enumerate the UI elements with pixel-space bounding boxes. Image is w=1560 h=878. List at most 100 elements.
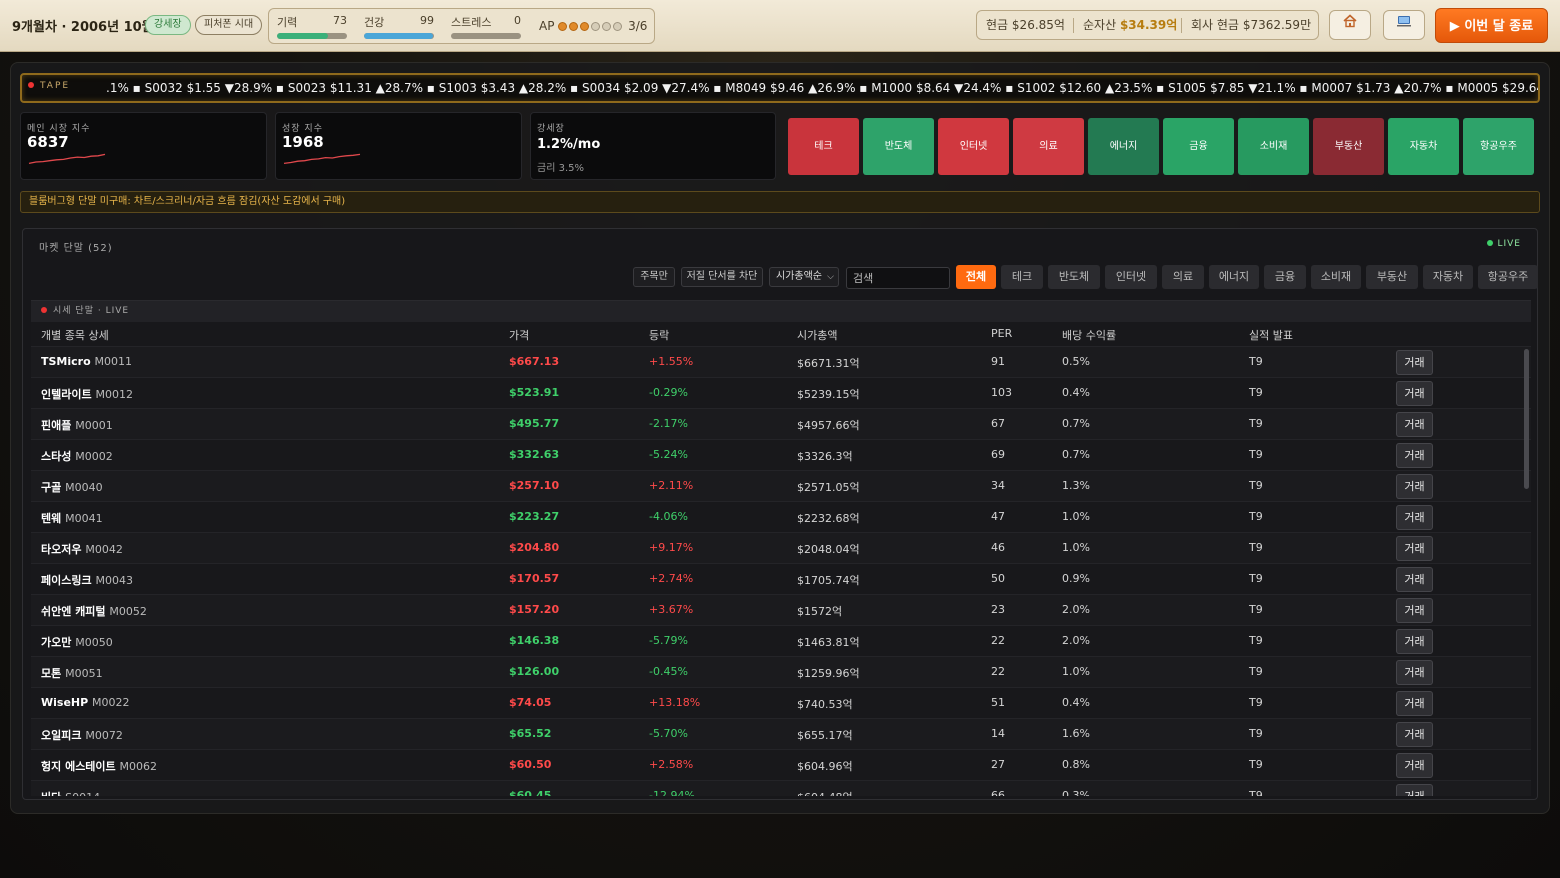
stock-name-cell[interactable]: 구골 M0040 [41, 479, 103, 495]
market-cap-cell: $1572억 [797, 605, 843, 618]
col-header-price[interactable]: 가격 [509, 327, 529, 343]
top-bar: 9개월차 · 2006년 10월 강세장 피처폰 시대 기력 73 건강 99 … [0, 0, 1560, 52]
trade-button[interactable]: 거래 [1396, 350, 1433, 375]
tab-sector[interactable]: 금융 [1264, 265, 1306, 289]
table-row[interactable]: 오일피크 M0072 $65.52 -5.70% $655.17억 14 1.6% T9 거래 [31, 718, 1531, 749]
sector-tile[interactable]: 금융 [1163, 118, 1234, 175]
tab-sector[interactable]: 인터넷 [1105, 265, 1157, 289]
trade-button[interactable]: 거래 [1396, 753, 1433, 778]
sector-tile[interactable]: 항공우주 [1463, 118, 1534, 175]
sector-tile[interactable]: 의료 [1013, 118, 1084, 175]
trade-button[interactable]: 거래 [1396, 443, 1433, 468]
trade-button[interactable]: 거래 [1396, 381, 1433, 406]
tab-sector[interactable]: 테크 [1001, 265, 1043, 289]
table-row[interactable]: 핀애플 M0001 $495.77 -2.17% $4957.66억 67 0.7% T9 거… [31, 408, 1531, 439]
tab-sector[interactable]: 전체 [956, 265, 996, 289]
stock-name-cell[interactable]: 핀애플 M0001 [41, 417, 113, 433]
stock-name-cell[interactable]: 비다 S0014 [41, 789, 100, 796]
sector-tile[interactable]: 테크 [788, 118, 859, 175]
tab-sector[interactable]: 소비재 [1311, 265, 1361, 289]
stock-name: 쉬안엔 캐피털 [41, 605, 106, 618]
trade-button[interactable]: 거래 [1396, 784, 1433, 796]
price-cell: $495.77 [509, 417, 560, 430]
search-input[interactable] [846, 267, 950, 289]
stock-name-cell[interactable]: 인텔라이트 M0012 [41, 386, 133, 402]
ap-label: AP [539, 19, 555, 33]
stock-code: M0040 [65, 481, 103, 494]
watchlist-only-toggle[interactable]: 주목만 [633, 267, 675, 287]
sort-select[interactable]: 시가총액순 ⌵ [769, 267, 839, 287]
vertical-scrollbar[interactable] [1524, 349, 1529, 489]
block-low-quality-toggle[interactable]: 저질 단서를 차단 [681, 267, 763, 287]
market-cap-cell: $4957.66억 [797, 419, 860, 432]
stock-code: S0014 [65, 791, 100, 796]
change-cell: -0.29% [649, 386, 688, 399]
table-row[interactable]: 비다 S0014 $60.45 -12.94% $604.48억 66 0.3% T9 거래 [31, 780, 1531, 796]
table-row[interactable]: 모톤 M0051 $126.00 -0.45% $1259.96억 22 1.0% T9 거래 [31, 656, 1531, 687]
stock-name-cell[interactable]: 헝지 에스테이트 M0062 [41, 758, 157, 774]
col-header-dividend[interactable]: 배당 수익률 [1062, 327, 1116, 343]
stock-name: TSMicro [41, 355, 91, 368]
per-cell: 51 [991, 696, 1005, 709]
computer-icon[interactable] [1383, 10, 1425, 40]
trade-button[interactable]: 거래 [1396, 660, 1433, 685]
stock-name-cell[interactable]: 페이스링크 M0043 [41, 572, 133, 588]
trade-button[interactable]: 거래 [1396, 722, 1433, 747]
sector-tile[interactable]: 인터넷 [938, 118, 1009, 175]
price-cell: $667.13 [509, 355, 560, 368]
stock-name-cell[interactable]: 오일피크 M0072 [41, 727, 123, 743]
col-header-name[interactable]: 개별 종목 상세 [41, 327, 109, 343]
trade-button[interactable]: 거래 [1396, 505, 1433, 530]
table-row[interactable]: 텐웨 M0041 $223.27 -4.06% $2232.68억 47 1.0% T9 거래 [31, 501, 1531, 532]
sector-tile[interactable]: 소비재 [1238, 118, 1309, 175]
sector-tile[interactable]: 자동차 [1388, 118, 1459, 175]
stock-name-cell[interactable]: 쉬안엔 캐피털 M0052 [41, 603, 147, 619]
table-row[interactable]: 인텔라이트 M0012 $523.91 -0.29% $5239.15억 103 0.4%… [31, 377, 1531, 408]
table-row[interactable]: TSMicro M0011 $667.13 +1.55% $6671.31억 91 0.5… [31, 346, 1531, 377]
stock-name-cell[interactable]: 타오저우 M0042 [41, 541, 123, 557]
tab-sector[interactable]: 반도체 [1048, 265, 1100, 289]
tab-sector[interactable]: 부동산 [1366, 265, 1418, 289]
table-row[interactable]: 타오저우 M0042 $204.80 +9.17% $2048.04억 46 1.0% T9… [31, 532, 1531, 563]
growth-index-card[interactable]: 성장 지수 1968 [275, 112, 522, 180]
sector-tile[interactable]: 에너지 [1088, 118, 1159, 175]
stock-name-cell[interactable]: TSMicro M0011 [41, 355, 132, 368]
stock-name-cell[interactable]: WiseHP M0022 [41, 696, 130, 709]
trade-button[interactable]: 거래 [1396, 536, 1433, 561]
action-points: AP 3/6 [539, 19, 647, 33]
tab-sector[interactable]: 에너지 [1209, 265, 1259, 289]
col-header-earnings[interactable]: 실적 발표 [1249, 327, 1293, 343]
col-header-market-cap[interactable]: 시가총액 [797, 327, 837, 343]
tab-sector[interactable]: 항공우주 [1478, 265, 1538, 289]
stock-name-cell[interactable]: 스타성 M0002 [41, 448, 113, 464]
table-row[interactable]: 가오만 M0050 $146.38 -5.79% $1463.81억 22 2.0% T9 거… [31, 625, 1531, 656]
table-row[interactable]: WiseHP M0022 $74.05 +13.18% $740.53억 51 0.4% T… [31, 687, 1531, 718]
net-worth: 순자산 $34.39억 [1083, 18, 1178, 32]
per-cell: 69 [991, 448, 1005, 461]
sector-tile[interactable]: 반도체 [863, 118, 934, 175]
trade-button[interactable]: 거래 [1396, 629, 1433, 654]
col-header-change[interactable]: 등락 [649, 327, 669, 343]
home-icon[interactable] [1329, 10, 1371, 40]
stock-name-cell[interactable]: 가오만 M0050 [41, 634, 113, 650]
stock-code: M0043 [95, 574, 133, 587]
trade-button[interactable]: 거래 [1396, 567, 1433, 592]
trade-button[interactable]: 거래 [1396, 474, 1433, 499]
tab-sector[interactable]: 자동차 [1423, 265, 1473, 289]
sector-tile[interactable]: 부동산 [1313, 118, 1384, 175]
table-row[interactable]: 헝지 에스테이트 M0062 $60.50 +2.58% $604.96억 27 0.8%… [31, 749, 1531, 780]
tab-sector[interactable]: 의료 [1162, 265, 1204, 289]
stock-name-cell[interactable]: 모톤 M0051 [41, 665, 103, 681]
table-row[interactable]: 쉬안엔 캐피털 M0052 $157.20 +3.67% $1572억 23 2.0% T9… [31, 594, 1531, 625]
end-month-button[interactable]: ▶ 이번 달 종료 [1435, 8, 1548, 43]
main-index-card[interactable]: 메인 시장 지수 6837 [20, 112, 267, 180]
trade-button[interactable]: 거래 [1396, 598, 1433, 623]
trade-button[interactable]: 거래 [1396, 691, 1433, 716]
table-row[interactable]: 구골 M0040 $257.10 +2.11% $2571.05억 34 1.3% T9 거래 [31, 470, 1531, 501]
table-row[interactable]: 스타성 M0002 $332.63 -5.24% $3326.3억 69 0.7% T9 거래 [31, 439, 1531, 470]
price-cell: $74.05 [509, 696, 552, 709]
table-row[interactable]: 페이스링크 M0043 $170.57 +2.74% $1705.74억 50 0.9% T… [31, 563, 1531, 594]
stock-name-cell[interactable]: 텐웨 M0041 [41, 510, 103, 526]
trade-button[interactable]: 거래 [1396, 412, 1433, 437]
col-header-per[interactable]: PER [991, 327, 1012, 340]
